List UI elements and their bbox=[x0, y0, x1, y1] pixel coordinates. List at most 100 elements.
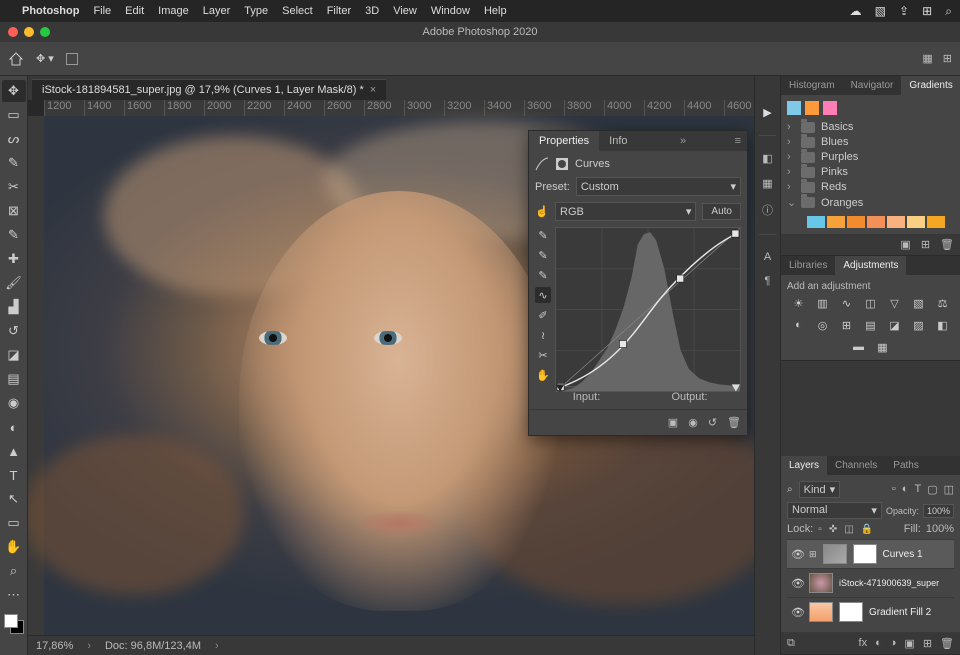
play-icon[interactable]: ▶ bbox=[763, 106, 771, 119]
close-tab-icon[interactable]: × bbox=[370, 84, 376, 96]
group-icon[interactable]: ▣ bbox=[904, 637, 914, 650]
filter-pixel-icon[interactable]: ▫ bbox=[892, 483, 896, 496]
trash-icon[interactable]: 🗑 bbox=[727, 416, 741, 429]
opacity-value[interactable]: 100% bbox=[923, 504, 954, 518]
zoom-level[interactable]: 17,86% bbox=[36, 640, 73, 652]
color-lookup-icon[interactable]: ▤ bbox=[863, 318, 879, 332]
arrange-icon[interactable]: ▦ bbox=[922, 52, 932, 65]
adjustment-add-icon[interactable]: ◑ bbox=[890, 637, 897, 650]
tab-histogram[interactable]: Histogram bbox=[781, 76, 843, 95]
tab-navigator[interactable]: Navigator bbox=[843, 76, 902, 95]
type-tool-icon[interactable]: T bbox=[2, 464, 26, 486]
invert-icon[interactable]: ◪ bbox=[887, 318, 903, 332]
marquee-tool-icon[interactable]: ▭ bbox=[2, 104, 26, 126]
reset-icon[interactable]: ↺ bbox=[708, 416, 717, 429]
mask-icon[interactable] bbox=[555, 157, 569, 171]
menu-window[interactable]: Window bbox=[431, 5, 470, 17]
link-icon[interactable]: ⊞ bbox=[809, 549, 817, 560]
vibrance-icon[interactable]: ▽ bbox=[887, 296, 903, 310]
shape-tool-icon[interactable]: ▭ bbox=[2, 512, 26, 534]
color-swatch[interactable] bbox=[4, 614, 24, 634]
link-layers-icon[interactable]: ⧉ bbox=[787, 637, 795, 650]
folder-basics[interactable]: ›Basics bbox=[787, 121, 954, 133]
filter-smart-icon[interactable]: ◫ bbox=[944, 483, 954, 496]
gradient-swatch[interactable] bbox=[807, 216, 825, 228]
trash-icon[interactable]: 🗑 bbox=[940, 238, 954, 251]
black-point-eyedropper-icon[interactable]: ✎ bbox=[535, 267, 551, 283]
layer-mask[interactable] bbox=[839, 602, 863, 622]
menu-image[interactable]: Image bbox=[158, 5, 189, 17]
auto-button[interactable]: Auto bbox=[702, 203, 741, 220]
selective-color-icon[interactable]: ▦ bbox=[875, 340, 891, 354]
smooth-curve-icon[interactable]: ≀ bbox=[535, 327, 551, 343]
photo-filter-icon[interactable]: ◎ bbox=[815, 318, 831, 332]
swatch[interactable] bbox=[787, 101, 801, 115]
layer-mask[interactable] bbox=[853, 544, 877, 564]
tab-layers[interactable]: Layers bbox=[781, 456, 827, 475]
fx-icon[interactable]: fx bbox=[859, 637, 868, 650]
stamp-tool-icon[interactable]: ▟ bbox=[2, 296, 26, 318]
path-tool-icon[interactable]: ↖ bbox=[2, 488, 26, 510]
exposure-icon[interactable]: ◫ bbox=[863, 296, 879, 310]
gradient-swatch[interactable] bbox=[867, 216, 885, 228]
crop-tool-icon[interactable]: ✂ bbox=[2, 176, 26, 198]
layer-row[interactable]: 👁 Gradient Fill 2 bbox=[787, 597, 954, 626]
folder-oranges[interactable]: ⌄Oranges bbox=[787, 196, 954, 209]
pen-tool-icon[interactable]: ▲ bbox=[2, 440, 26, 462]
visibility-icon[interactable]: 👁 bbox=[791, 606, 803, 619]
menu-filter[interactable]: Filter bbox=[327, 5, 351, 17]
lasso-tool-icon[interactable]: ᔕ bbox=[2, 128, 26, 150]
share-icon[interactable]: ⇪ bbox=[899, 4, 909, 18]
curves-icon[interactable]: ∿ bbox=[839, 296, 855, 310]
eyedropper-tool-icon[interactable]: ✎ bbox=[2, 224, 26, 246]
layer-row[interactable]: 👁 ⊞ Curves 1 bbox=[787, 539, 954, 568]
folder-blues[interactable]: ›Blues bbox=[787, 136, 954, 148]
edit-toolbar-icon[interactable]: ⋯ bbox=[2, 584, 26, 606]
filter-kind-select[interactable]: Kind▾ bbox=[799, 481, 841, 498]
chat-icon[interactable]: ▧ bbox=[875, 4, 886, 18]
levels-icon[interactable]: ▥ bbox=[815, 296, 831, 310]
tab-gradients[interactable]: Gradients bbox=[901, 76, 960, 95]
menu-select[interactable]: Select bbox=[282, 5, 313, 17]
menu-type[interactable]: Type bbox=[244, 5, 268, 17]
fill-value[interactable]: 100% bbox=[926, 523, 954, 535]
view-previous-icon[interactable]: ◉ bbox=[688, 416, 698, 429]
lock-pixels-icon[interactable]: ▫ bbox=[818, 524, 822, 535]
folder-reds[interactable]: ›Reds bbox=[787, 181, 954, 193]
move-tool-icon[interactable]: ✥ bbox=[2, 80, 26, 102]
frame-tool-icon[interactable]: ⊠ bbox=[2, 200, 26, 222]
hand-icon[interactable]: ✋ bbox=[535, 367, 551, 383]
filter-shape-icon[interactable]: ▢ bbox=[927, 483, 937, 496]
tab-adjustments[interactable]: Adjustments bbox=[835, 256, 906, 275]
search-icon[interactable]: ⌕ bbox=[787, 484, 793, 495]
menu-layer[interactable]: Layer bbox=[203, 5, 231, 17]
gradient-swatch[interactable] bbox=[847, 216, 865, 228]
curves-graph[interactable] bbox=[555, 227, 741, 387]
quick-select-tool-icon[interactable]: ✎ bbox=[2, 152, 26, 174]
foreground-color-swatch[interactable] bbox=[4, 614, 18, 628]
bw-icon[interactable]: ◐ bbox=[791, 318, 807, 332]
channel-mixer-icon[interactable]: ⊞ bbox=[839, 318, 855, 332]
panel-menu-icon[interactable]: ≡ bbox=[729, 131, 747, 151]
doc-size[interactable]: Doc: 96,8M/123,4M bbox=[105, 640, 201, 652]
layer-name[interactable]: Gradient Fill 2 bbox=[869, 607, 931, 618]
a-panel-icon[interactable]: A bbox=[764, 251, 771, 263]
tab-paths[interactable]: Paths bbox=[885, 456, 927, 475]
brightness-icon[interactable]: ☀ bbox=[791, 296, 807, 310]
folder-pinks[interactable]: ›Pinks bbox=[787, 166, 954, 178]
pencil-curve-icon[interactable]: ✐ bbox=[535, 307, 551, 323]
gradient-swatch[interactable] bbox=[887, 216, 905, 228]
brush-tool-icon[interactable]: 🖌 bbox=[2, 272, 26, 294]
lock-position-icon[interactable]: ✜ bbox=[829, 524, 837, 535]
channel-select[interactable]: RGB ▾ bbox=[555, 202, 696, 221]
layer-thumb[interactable] bbox=[809, 602, 833, 622]
hand-tool-icon[interactable]: ✋ bbox=[2, 536, 26, 558]
gradient-tool-icon[interactable]: ▤ bbox=[2, 368, 26, 390]
search-icon[interactable]: ⌕ bbox=[945, 4, 952, 18]
layer-thumb[interactable] bbox=[809, 573, 833, 593]
paragraph-panel-icon[interactable]: ¶ bbox=[765, 275, 771, 287]
menu-help[interactable]: Help bbox=[484, 5, 507, 17]
folder-purples[interactable]: ›Purples bbox=[787, 151, 954, 163]
healing-tool-icon[interactable]: ✚ bbox=[2, 248, 26, 270]
menu-3d[interactable]: 3D bbox=[365, 5, 379, 17]
